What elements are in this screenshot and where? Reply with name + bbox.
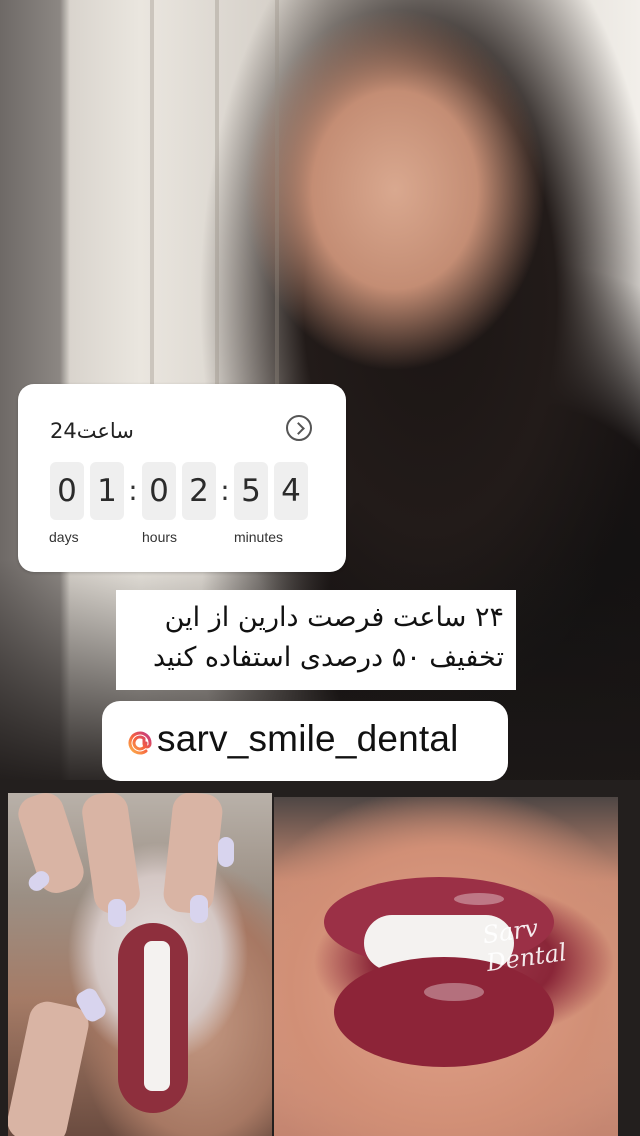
chevron-right-icon[interactable] [286, 415, 312, 441]
before-after-photo-left [8, 793, 272, 1136]
countdown-digit-days-2: 1 [90, 462, 124, 520]
countdown-digit-days-1: 0 [50, 462, 84, 520]
nail [190, 895, 208, 923]
lip-highlight [424, 983, 484, 1001]
caption-banner: ۲۴ ساعت فرصت دارین از این تخفیف ۵۰ درصدی… [116, 590, 516, 690]
nail [108, 899, 126, 927]
countdown-title: ساعت24 [50, 419, 134, 443]
finger [8, 998, 92, 1136]
mention-handle: sarv_smile_dental [157, 718, 459, 759]
countdown-sticker[interactable]: ساعت24 0 1 : 0 2 : 5 4 days hours minute… [18, 384, 346, 572]
lip-highlight [454, 893, 504, 905]
countdown-unit-minutes: minutes [234, 529, 284, 545]
finger [79, 793, 143, 916]
countdown-digit-minutes-2: 4 [274, 462, 308, 520]
finger [13, 793, 89, 898]
mention-sticker[interactable]: sarv_smile_dental [102, 701, 508, 781]
caption-line-2: تخفیف ۵۰ درصدی استفاده کنید [153, 642, 504, 673]
countdown-digit-hours-1: 0 [142, 462, 176, 520]
countdown-separator: : [220, 474, 230, 507]
countdown-digit-hours-2: 2 [182, 462, 216, 520]
nail [218, 837, 234, 867]
countdown-unit-days: days [49, 529, 79, 545]
countdown-unit-hours: hours [142, 529, 178, 545]
countdown-digit-minutes-1: 5 [234, 462, 268, 520]
caption-line-1: ۲۴ ساعت فرصت دارین از این [164, 602, 504, 633]
lower-lip [334, 957, 554, 1067]
countdown-separator: : [128, 474, 138, 507]
mention-at-icon [128, 731, 152, 755]
before-after-photo-right: Sarv Dental [274, 797, 618, 1136]
teeth [144, 941, 170, 1091]
